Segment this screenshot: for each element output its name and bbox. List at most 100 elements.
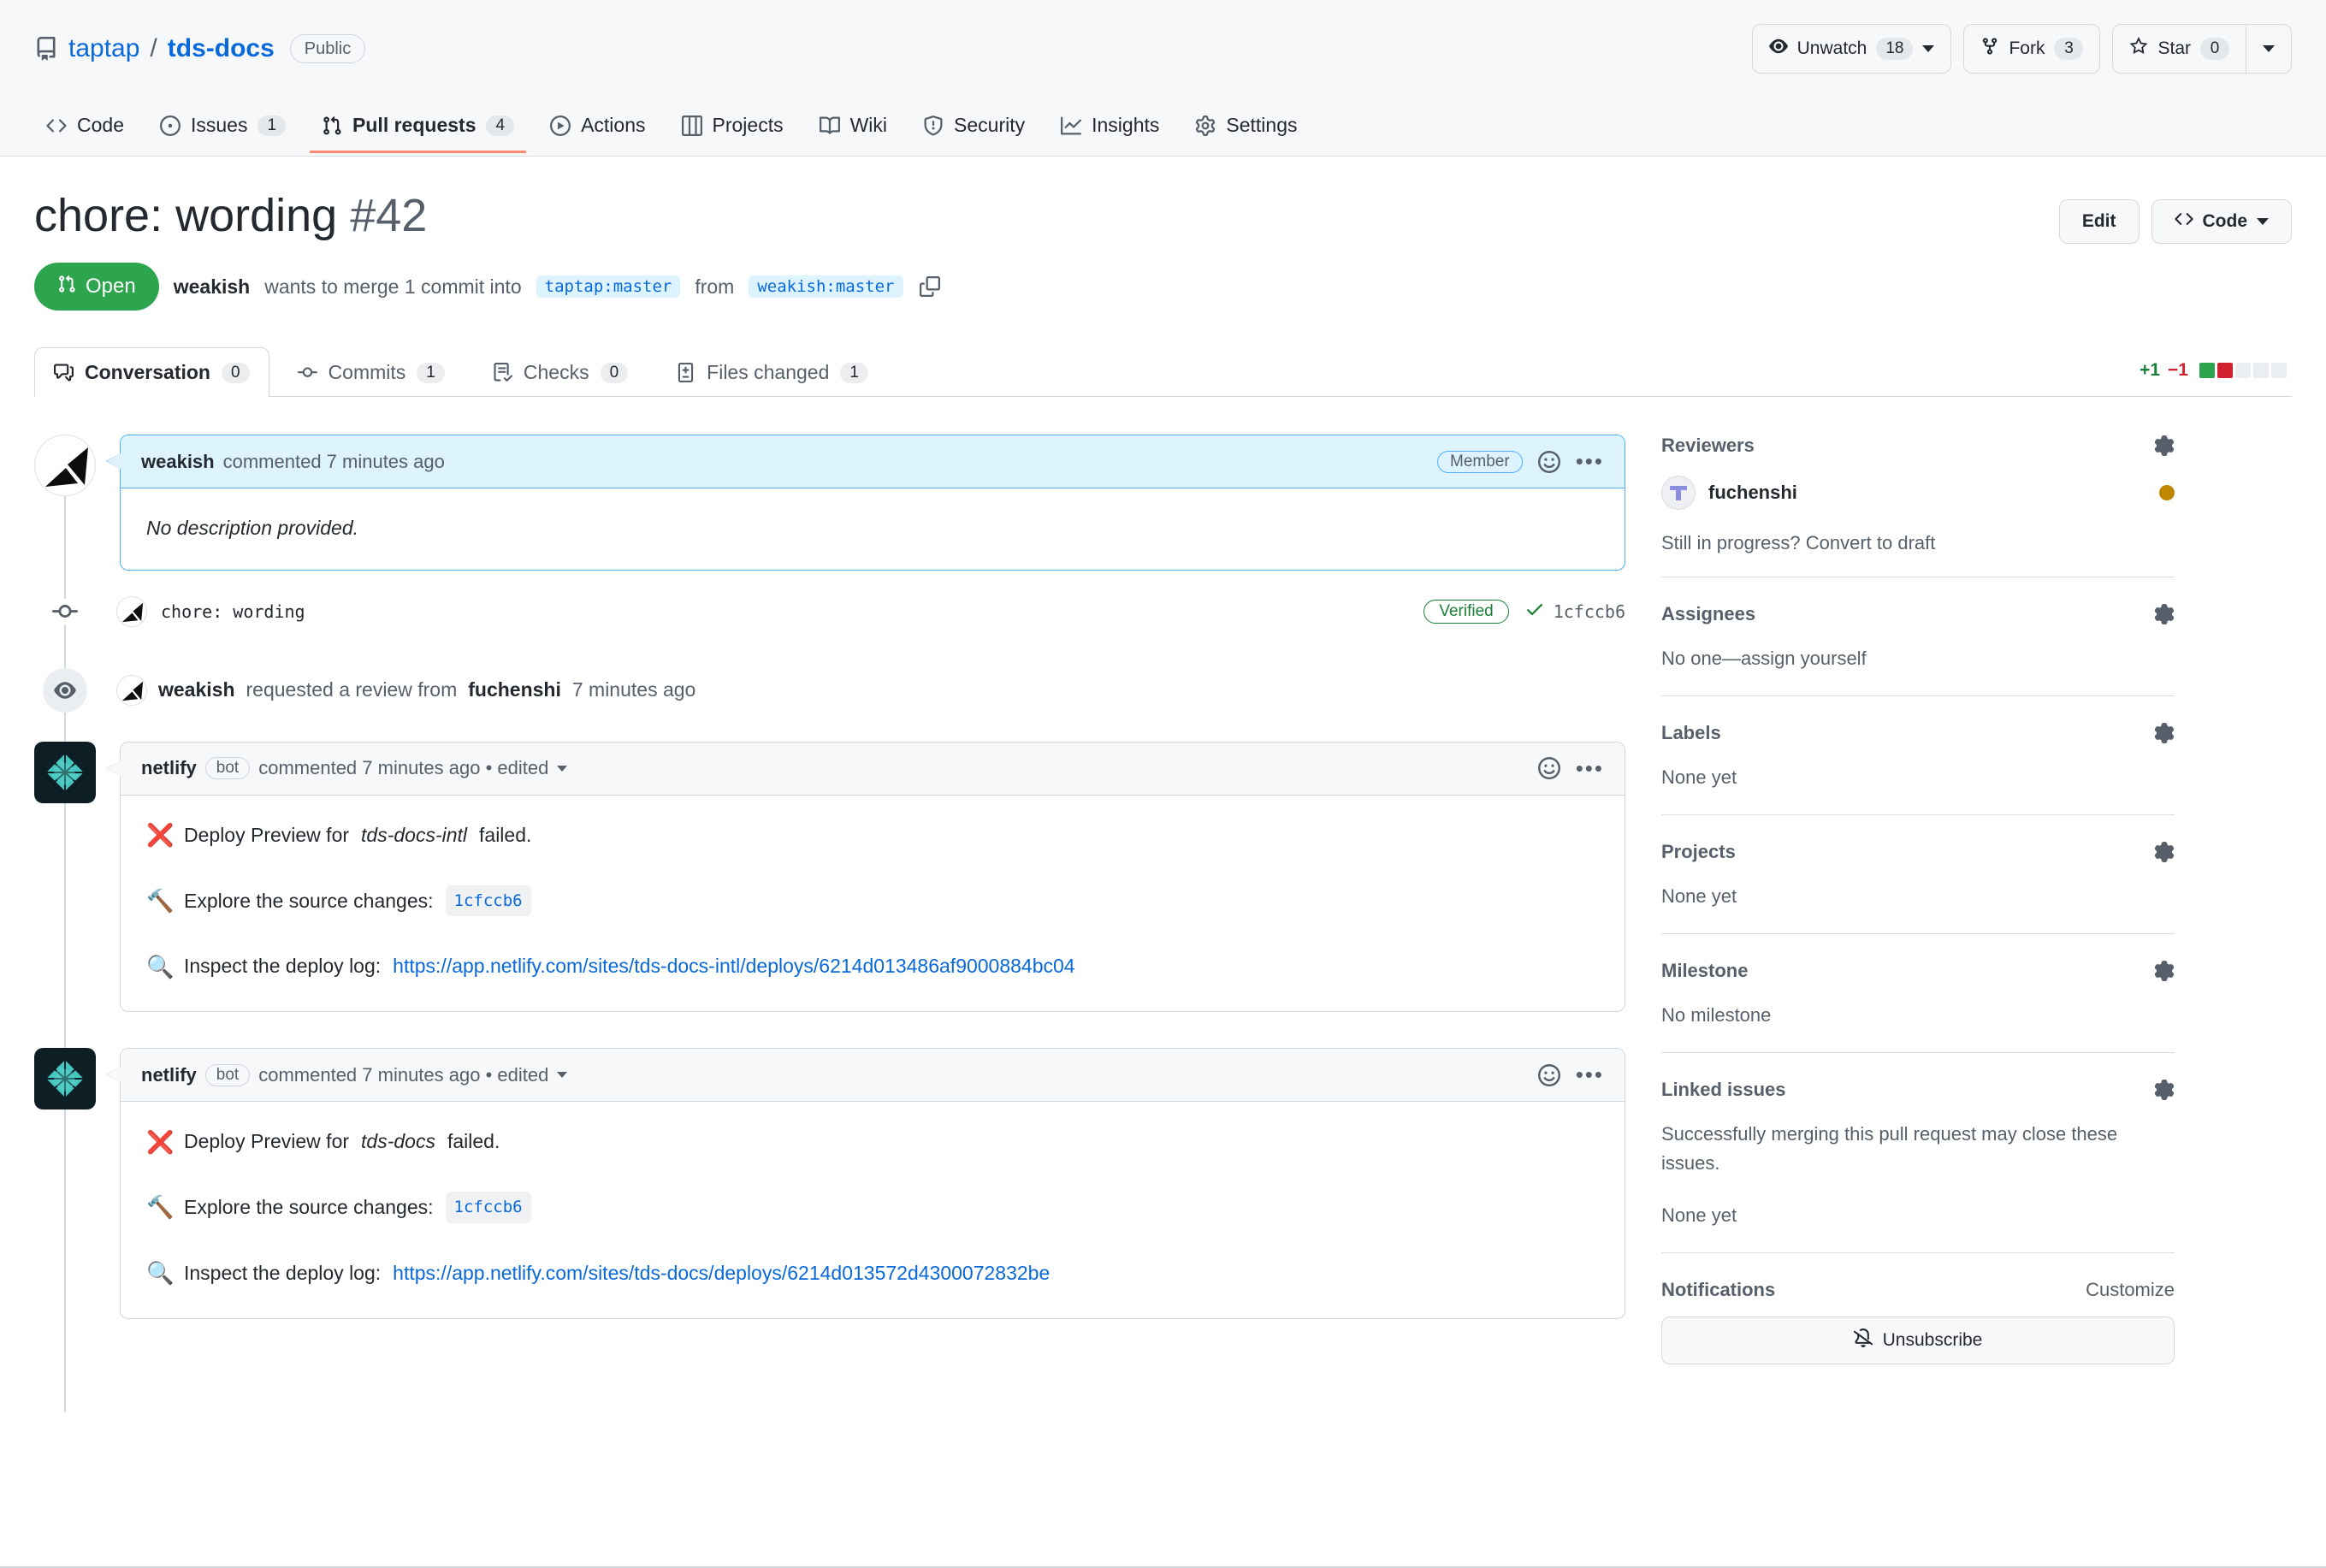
avatar[interactable] xyxy=(116,595,147,627)
commit-sha-link[interactable]: 1cfccb6 xyxy=(445,1192,531,1223)
base-branch-chip[interactable]: taptap:master xyxy=(536,275,681,298)
head-branch-chip[interactable]: weakish:master xyxy=(749,275,903,298)
timeline-comment: netlify bot commented 7 minutes ago • ed… xyxy=(34,1048,1625,1319)
comment-author[interactable]: netlify xyxy=(141,757,197,779)
gear-icon[interactable] xyxy=(2154,842,2175,863)
sidebar-section-assignees: Assignees No one—assign yourself xyxy=(1661,603,2175,697)
gear-icon[interactable] xyxy=(2154,604,2175,624)
gear-icon[interactable] xyxy=(2154,435,2175,456)
chevron-down-icon[interactable] xyxy=(557,1072,568,1079)
star-dropdown-button[interactable] xyxy=(2246,25,2291,73)
unwatch-button[interactable]: Unwatch 18 xyxy=(1753,25,1951,73)
repo-name-link[interactable]: tds-docs xyxy=(168,34,275,63)
nav-item-label: Wiki xyxy=(849,114,888,136)
comment-header-left: weakish commented 7 minutes ago xyxy=(141,451,445,473)
tab-files-changed[interactable]: Files changed 1 xyxy=(656,347,888,397)
comment-author[interactable]: weakish xyxy=(141,451,215,473)
repo-owner-link[interactable]: taptap xyxy=(68,34,139,63)
add-reaction-icon[interactable] xyxy=(1537,757,1560,780)
code-button[interactable]: Code xyxy=(2151,199,2292,244)
convert-to-draft-hint[interactable]: Still in progress? Convert to draft xyxy=(1661,532,2175,554)
commit-sha-link[interactable]: 1cfccb6 xyxy=(445,885,531,917)
play-icon xyxy=(550,115,571,136)
review-pending-status-dot xyxy=(2159,485,2175,500)
tab-conversation[interactable]: Conversation 0 xyxy=(34,347,269,397)
comment-menu-icon[interactable]: ••• xyxy=(1576,757,1604,779)
nav-item-settings[interactable]: Settings xyxy=(1183,114,1309,153)
watch-button-group[interactable]: Unwatch 18 xyxy=(1751,24,1952,74)
reviewer-identity[interactable]: fuchenshi xyxy=(1661,476,1797,510)
pull-request-title-row: chore: wording #42 Edit Code xyxy=(34,189,2292,244)
pull-requests-count: 4 xyxy=(486,115,515,136)
edit-button[interactable]: Edit xyxy=(2058,199,2140,244)
nav-item-actions[interactable]: Actions xyxy=(538,114,657,153)
comment-timestamp: commented 7 minutes ago • edited xyxy=(258,1063,549,1086)
issues-count: 1 xyxy=(257,115,287,136)
code-icon xyxy=(2174,210,2193,234)
comment-header-left: netlify bot commented 7 minutes ago • ed… xyxy=(141,757,568,780)
comment-menu-icon[interactable]: ••• xyxy=(1576,1063,1604,1086)
fork-button[interactable]: Fork 3 xyxy=(1964,25,2099,73)
avatar[interactable] xyxy=(34,1048,96,1110)
pull-request-title-actions: Edit Code xyxy=(2058,189,2292,244)
nav-item-issues[interactable]: Issues 1 xyxy=(148,114,298,153)
fork-button-group[interactable]: Fork 3 xyxy=(1963,24,2101,74)
gear-icon[interactable] xyxy=(2154,1080,2175,1101)
avatar[interactable] xyxy=(116,674,147,706)
customize-notifications-link[interactable]: Customize xyxy=(2086,1279,2175,1301)
comment-author[interactable]: netlify xyxy=(141,1064,197,1086)
assignees-empty-text[interactable]: No one—assign yourself xyxy=(1661,644,2175,673)
add-reaction-icon[interactable] xyxy=(1537,1063,1560,1086)
review-request-reviewer[interactable]: fuchenshi xyxy=(468,678,561,701)
sidebar-section-header: Linked issues xyxy=(1661,1079,2175,1101)
commit-message[interactable]: chore: wording xyxy=(161,601,305,622)
review-request-actor[interactable]: weakish xyxy=(158,678,235,701)
deploy-log-link[interactable]: https://app.netlify.com/sites/tds-docs-i… xyxy=(393,950,1074,982)
comment-text: No description provided. xyxy=(146,517,359,539)
pull-request-meta: Open weakish wants to merge 1 commit int… xyxy=(34,263,2292,311)
gear-icon[interactable] xyxy=(2154,961,2175,982)
nav-item-projects[interactable]: Projects xyxy=(670,114,796,153)
nav-item-wiki[interactable]: Wiki xyxy=(808,114,899,153)
commit-sha[interactable]: 1cfccb6 xyxy=(1524,599,1625,624)
verified-badge[interactable]: Verified xyxy=(1423,599,1509,624)
timeline-comment: weakish commented 7 minutes ago Member •… xyxy=(34,435,1625,571)
diff-block-neutral xyxy=(2235,363,2251,378)
repository-header: taptap / tds-docs Public Unwatch 18 Fork… xyxy=(0,0,2326,157)
comment-menu-icon[interactable]: ••• xyxy=(1576,450,1604,472)
star-button[interactable]: Star 0 xyxy=(2113,25,2246,73)
sidebar-section-title: Reviewers xyxy=(1661,435,1755,456)
sidebar-section-title: Assignees xyxy=(1661,603,1756,624)
bot-badge: bot xyxy=(204,1063,251,1086)
tab-checks[interactable]: Checks 0 xyxy=(473,347,648,397)
deploy-status-line: ❌ Deploy Preview for tds-docs-intl faile… xyxy=(146,820,1599,851)
tab-count: 1 xyxy=(417,362,445,383)
gear-icon[interactable] xyxy=(2154,723,2175,744)
nav-item-label: Issues xyxy=(190,114,248,136)
comment-header: netlify bot commented 7 minutes ago • ed… xyxy=(121,1049,1625,1103)
nav-item-label: Projects xyxy=(712,114,784,136)
copy-icon[interactable] xyxy=(919,276,940,297)
issue-opened-icon xyxy=(159,115,181,136)
nav-item-code[interactable]: Code xyxy=(34,114,136,153)
avatar[interactable] xyxy=(34,741,96,803)
nav-item-pull-requests[interactable]: Pull requests 4 xyxy=(310,114,527,153)
unsubscribe-button[interactable]: Unsubscribe xyxy=(1661,1316,2175,1364)
magnifying-glass-icon: 🔍 xyxy=(146,953,175,979)
pr-author-link[interactable]: weakish xyxy=(174,275,251,299)
timeline-review-request-row: weakish requested a review from fuchensh… xyxy=(34,653,1625,742)
nav-item-security[interactable]: Security xyxy=(911,114,1037,153)
timeline-commit-row: chore: wording Verified 1cfccb6 xyxy=(34,571,1625,653)
tab-commits[interactable]: Commits 1 xyxy=(278,347,465,397)
deploy-log-link[interactable]: https://app.netlify.com/sites/tds-docs/d… xyxy=(393,1257,1050,1289)
avatar[interactable] xyxy=(34,435,96,496)
tab-label: Files changed xyxy=(707,361,830,383)
nav-item-insights[interactable]: Insights xyxy=(1049,114,1171,153)
add-reaction-icon[interactable] xyxy=(1537,450,1560,473)
bell-slash-icon xyxy=(1853,1328,1873,1352)
star-button-group[interactable]: Star 0 xyxy=(2112,24,2292,74)
chevron-down-icon[interactable] xyxy=(557,765,568,772)
comment-header: netlify bot commented 7 minutes ago • ed… xyxy=(121,742,1625,796)
git-commit-icon xyxy=(297,363,317,382)
diff-block-added xyxy=(2199,363,2215,378)
